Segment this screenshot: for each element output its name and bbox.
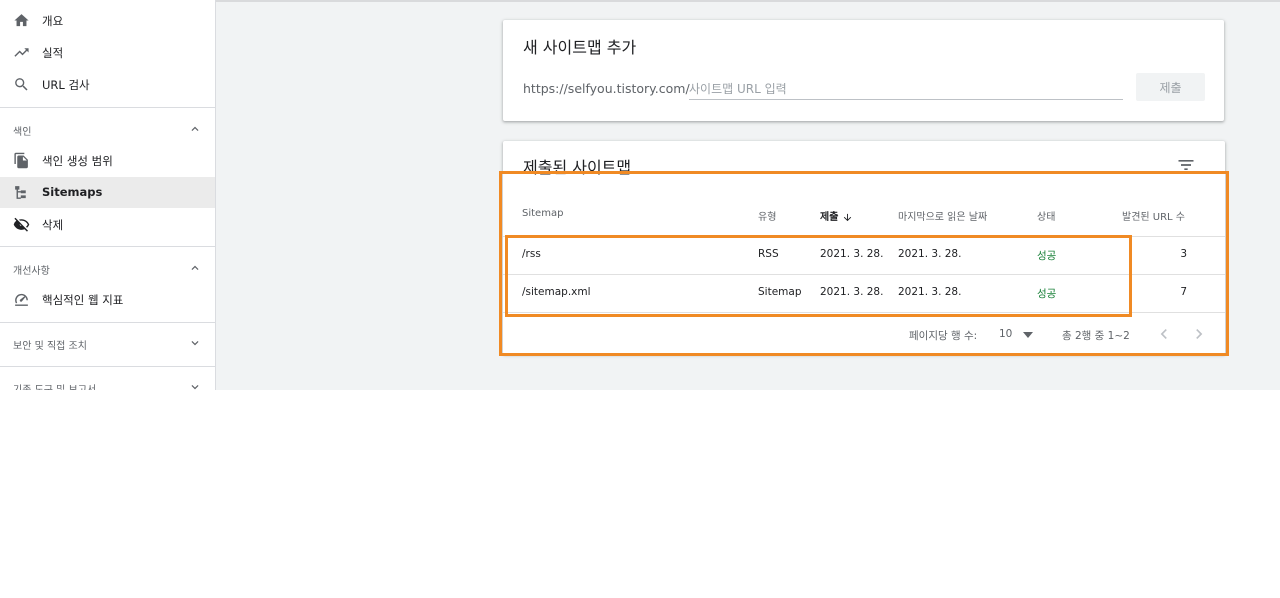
sidebar-divider	[0, 322, 215, 323]
chevron-up-icon	[191, 265, 199, 270]
trending-up-icon	[14, 48, 29, 57]
column-header-submitted[interactable]: 제출	[820, 208, 853, 223]
rows-per-page-value: 10	[999, 328, 1013, 340]
sidebar-item-core-web-vitals[interactable]: 핵심적인 웹 지표	[0, 284, 215, 315]
table-divider	[503, 312, 1225, 313]
sidebar-section-label: 보안 및 직접 조치	[13, 341, 87, 352]
sidebar-section-label: 개선사항	[13, 266, 50, 277]
sidebar: 개요 실적 URL 검사 색인 색인 생성 범위 Sitemaps 삭제 개선사…	[0, 0, 216, 390]
sidebar-divider	[0, 246, 215, 247]
chevron-up-icon	[191, 126, 199, 131]
cell-type: Sitemap	[758, 286, 802, 298]
column-header-last-read[interactable]: 마지막으로 읽은 날짜	[898, 208, 987, 223]
search-icon	[15, 78, 28, 91]
cell-status: 성공	[1037, 250, 1057, 262]
filter-icon[interactable]	[1176, 155, 1196, 175]
sidebar-section-security[interactable]: 보안 및 직접 조치	[0, 328, 215, 358]
cell-submitted: 2021. 3. 28.	[820, 248, 884, 260]
sidebar-item-label: 핵심적인 웹 지표	[42, 293, 124, 307]
chevron-down-icon	[191, 385, 199, 390]
cell-discovered-urls: 3	[1180, 248, 1187, 260]
cell-type: RSS	[758, 248, 779, 260]
search-console-window: 개요 실적 URL 검사 색인 색인 생성 범위 Sitemaps 삭제 개선사…	[0, 0, 1280, 390]
sidebar-item-performance[interactable]: 실적	[0, 37, 215, 68]
table-row[interactable]: /sitemap.xml Sitemap 2021. 3. 28. 2021. …	[503, 275, 1225, 312]
sidebar-section-label: 기존 도구 및 보고서	[13, 381, 96, 390]
sidebar-item-label: 개요	[42, 14, 64, 28]
sidebar-item-removals[interactable]: 삭제	[0, 209, 215, 240]
cell-discovered-urls: 7	[1180, 286, 1187, 298]
sidebar-section-label: 색인	[13, 127, 32, 138]
sidebar-item-overview[interactable]: 개요	[0, 5, 215, 36]
cell-status: 성공	[1037, 288, 1057, 300]
submitted-sitemaps-card: 제출된 사이트맵 Sitemap 유형 제출 마지막으로 읽은 날짜 상태 발견…	[503, 141, 1225, 354]
sidebar-item-label: 삭제	[42, 218, 64, 232]
sidebar-item-label: Sitemaps	[42, 185, 103, 199]
cell-last-read: 2021. 3. 28.	[898, 248, 962, 260]
rows-per-page-select[interactable]: 10	[999, 325, 1039, 343]
copy-icon	[14, 152, 28, 169]
cell-sitemap: /sitemap.xml	[522, 286, 591, 298]
cell-submitted: 2021. 3. 28.	[820, 286, 884, 298]
sidebar-divider	[0, 366, 215, 367]
caret-down-icon	[1023, 332, 1033, 338]
column-header-sitemap[interactable]: Sitemap	[522, 208, 563, 219]
next-page-icon[interactable]	[1189, 324, 1209, 344]
add-sitemap-title: 새 사이트맵 추가	[523, 38, 637, 57]
sidebar-item-label: URL 검사	[42, 78, 90, 92]
speedometer-icon	[15, 293, 28, 306]
column-header-discovered-urls[interactable]: 발견된 URL 수	[1122, 208, 1185, 223]
arrow-down-icon	[844, 213, 852, 221]
sidebar-item-sitemaps[interactable]: Sitemaps	[0, 177, 215, 208]
url-prefix: https://selfyou.tistory.com/	[523, 81, 690, 96]
home-icon	[14, 14, 29, 27]
column-header-status[interactable]: 상태	[1037, 208, 1055, 223]
previous-page-icon[interactable]	[1154, 324, 1174, 344]
add-sitemap-card: 새 사이트맵 추가 https://selfyou.tistory.com/ 제…	[503, 20, 1224, 121]
sidebar-section-legacy-tools[interactable]: 기존 도구 및 보고서	[0, 372, 215, 390]
sidebar-section-index[interactable]: 색인	[0, 114, 215, 144]
submitted-sitemaps-title: 제출된 사이트맵	[523, 158, 632, 177]
submit-button[interactable]: 제출	[1136, 73, 1205, 101]
chevron-down-icon	[191, 341, 199, 346]
sidebar-item-label: 색인 생성 범위	[42, 154, 113, 168]
eye-off-icon	[13, 217, 30, 232]
rows-per-page-label: 페이지당 행 수:	[909, 330, 978, 342]
sitemap-icon	[15, 186, 26, 199]
sidebar-item-label: 실적	[42, 46, 64, 60]
sidebar-item-coverage[interactable]: 색인 생성 범위	[0, 145, 215, 176]
cell-sitemap: /rss	[522, 248, 541, 260]
sidebar-divider	[0, 107, 215, 108]
sidebar-section-enhancements[interactable]: 개선사항	[0, 253, 215, 283]
sidebar-item-url-inspection[interactable]: URL 검사	[0, 69, 215, 100]
cell-last-read: 2021. 3. 28.	[898, 286, 962, 298]
table-row[interactable]: /rss RSS 2021. 3. 28. 2021. 3. 28. 성공 3	[503, 237, 1225, 274]
sitemap-url-input[interactable]	[689, 80, 1123, 100]
column-header-type[interactable]: 유형	[758, 208, 776, 223]
pagination-range: 총 2행 중 1~2	[1062, 330, 1130, 342]
column-header-label: 제출	[820, 212, 839, 223]
